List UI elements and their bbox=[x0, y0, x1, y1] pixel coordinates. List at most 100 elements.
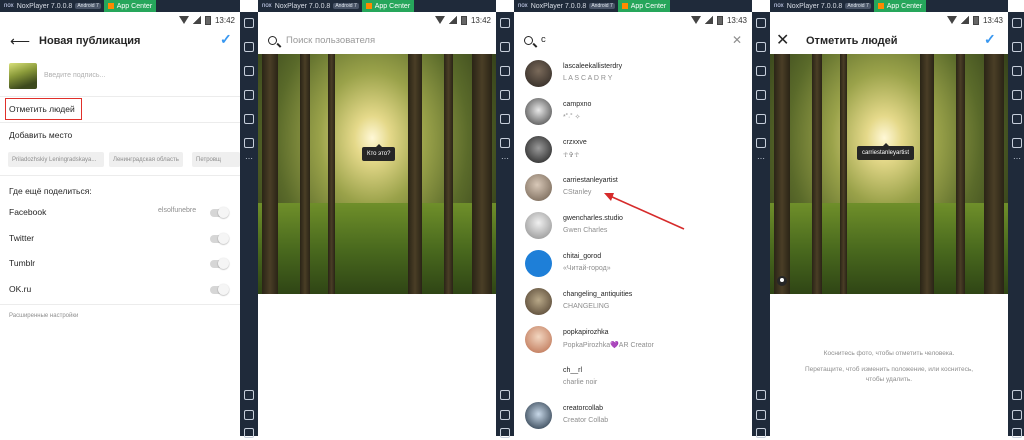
facebook-toggle[interactable] bbox=[210, 209, 228, 217]
home-nav-icon[interactable] bbox=[1012, 410, 1022, 420]
home-nav-icon[interactable] bbox=[756, 410, 766, 420]
post-thumbnail bbox=[9, 63, 37, 89]
photo[interactable]: carriestanleyartist bbox=[770, 54, 1008, 294]
photo-ground bbox=[770, 203, 1008, 294]
user-subtitle: CStanley bbox=[563, 189, 591, 196]
tree-trunk bbox=[408, 54, 422, 294]
list-item[interactable]: ch__rl charlie noir bbox=[525, 364, 750, 402]
back-nav-icon[interactable] bbox=[1012, 390, 1022, 400]
list-item[interactable]: popkapirozhka PopkaPirozhka💜AR Creator bbox=[525, 326, 750, 364]
user-subtitle: PopkaPirozhka💜AR Creator bbox=[563, 341, 654, 349]
scissors-icon[interactable] bbox=[756, 138, 766, 148]
list-item[interactable]: creatorcollab Creator Collab bbox=[525, 402, 750, 440]
more-icon[interactable]: ⋯ bbox=[245, 154, 253, 163]
screenshot-icon[interactable] bbox=[500, 66, 510, 76]
app-center-button[interactable]: App Center bbox=[618, 0, 670, 12]
recents-nav-icon[interactable] bbox=[500, 428, 510, 438]
screenshot-icon[interactable] bbox=[1012, 66, 1022, 76]
more-icon[interactable]: ⋯ bbox=[1013, 154, 1021, 163]
fullscreen-icon[interactable] bbox=[756, 18, 766, 28]
caption-input[interactable]: Введите подпись... bbox=[44, 72, 105, 79]
list-item[interactable]: crzxxve ☥✞☥ bbox=[525, 136, 750, 174]
emulator-sidebar: ⋯ bbox=[1008, 12, 1024, 436]
volume-icon[interactable] bbox=[500, 90, 510, 100]
recents-nav-icon[interactable] bbox=[756, 428, 766, 438]
signal-icon bbox=[193, 16, 201, 24]
battery-icon bbox=[205, 16, 211, 25]
app-center-button[interactable]: App Center bbox=[362, 0, 414, 12]
back-nav-icon[interactable] bbox=[756, 390, 766, 400]
avatar bbox=[525, 326, 552, 353]
username: creatorcollab bbox=[563, 405, 603, 412]
clear-search-icon[interactable]: ✕ bbox=[732, 33, 742, 47]
person-tag-icon bbox=[777, 276, 787, 286]
username: changeling_antiquities bbox=[563, 291, 632, 298]
apk-icon[interactable] bbox=[500, 114, 510, 124]
divider bbox=[0, 175, 240, 176]
app-center-button[interactable]: App Center bbox=[104, 0, 156, 12]
back-nav-icon[interactable] bbox=[244, 390, 254, 400]
fullscreen-icon[interactable] bbox=[244, 18, 254, 28]
location-chip[interactable]: Priladozhskiy Leningradskaya... bbox=[8, 152, 104, 167]
list-item[interactable]: changeling_antiquities CHANGELING bbox=[525, 288, 750, 326]
apk-icon[interactable] bbox=[756, 114, 766, 124]
user-subtitle: «Читай-город» bbox=[563, 265, 611, 272]
list-item[interactable]: lascaleekallisterdry L A S C A D R Y bbox=[525, 60, 750, 98]
list-item[interactable]: chitai_gorod «Читай-город» bbox=[525, 250, 750, 288]
user-tag-label[interactable]: carriestanleyartist bbox=[857, 146, 914, 160]
scissors-icon[interactable] bbox=[1012, 138, 1022, 148]
recents-nav-icon[interactable] bbox=[1012, 428, 1022, 438]
close-icon[interactable]: ✕ bbox=[776, 30, 789, 50]
username: popkapirozhka bbox=[563, 329, 609, 336]
screenshot-icon[interactable] bbox=[756, 66, 766, 76]
keyboard-icon[interactable] bbox=[500, 42, 510, 52]
keyboard-icon[interactable] bbox=[756, 42, 766, 52]
battery-icon bbox=[461, 16, 467, 25]
okru-toggle[interactable] bbox=[210, 286, 228, 294]
username: crzxxve bbox=[563, 139, 587, 146]
fullscreen-icon[interactable] bbox=[500, 18, 510, 28]
tumblr-toggle[interactable] bbox=[210, 260, 228, 268]
clock: 13:43 bbox=[983, 16, 1003, 25]
search-user-input[interactable]: Поиск пользователя bbox=[286, 35, 375, 46]
keyboard-icon[interactable] bbox=[1012, 42, 1022, 52]
volume-icon[interactable] bbox=[1012, 90, 1022, 100]
tag-people-button[interactable]: Отметить людей bbox=[9, 104, 75, 114]
panel-new-post: nox NoxPlayer 7.0.0.8 Android 7 App Cent… bbox=[0, 0, 240, 436]
app-center-button[interactable]: App Center bbox=[874, 0, 926, 12]
back-arrow-icon[interactable]: ⟵ bbox=[10, 33, 30, 50]
volume-icon[interactable] bbox=[756, 90, 766, 100]
screenshot-icon[interactable] bbox=[244, 66, 254, 76]
more-icon[interactable]: ⋯ bbox=[501, 154, 509, 163]
confirm-check-icon[interactable]: ✓ bbox=[984, 31, 996, 48]
photo[interactable]: Кто это? bbox=[258, 54, 496, 294]
scissors-icon[interactable] bbox=[500, 138, 510, 148]
apk-icon[interactable] bbox=[1012, 114, 1022, 124]
recents-nav-icon[interactable] bbox=[244, 428, 254, 438]
wifi-icon bbox=[947, 16, 957, 24]
emulator-titlebar: nox NoxPlayer 7.0.0.8 Android 7 App Cent… bbox=[770, 0, 1008, 12]
search-icon bbox=[268, 36, 277, 45]
window-title: NoxPlayer 7.0.0.8 bbox=[275, 3, 331, 10]
location-chip[interactable]: Петровщ bbox=[192, 152, 240, 167]
keyboard-icon[interactable] bbox=[244, 42, 254, 52]
confirm-check-icon[interactable]: ✓ bbox=[220, 31, 232, 48]
home-nav-icon[interactable] bbox=[500, 410, 510, 420]
app-center-label: App Center bbox=[117, 3, 152, 10]
home-nav-icon[interactable] bbox=[244, 410, 254, 420]
more-icon[interactable]: ⋯ bbox=[757, 154, 765, 163]
location-chip[interactable]: Ленинградская область bbox=[109, 152, 183, 167]
back-nav-icon[interactable] bbox=[500, 390, 510, 400]
list-item[interactable]: campxno *˚·˚ ✧ bbox=[525, 98, 750, 136]
volume-icon[interactable] bbox=[244, 90, 254, 100]
advanced-settings-link[interactable]: Расширенные настройки bbox=[9, 313, 78, 319]
scissors-icon[interactable] bbox=[244, 138, 254, 148]
username: chitai_gorod bbox=[563, 253, 601, 260]
search-user-input[interactable]: c bbox=[541, 34, 546, 45]
apk-icon[interactable] bbox=[244, 114, 254, 124]
app-center-icon bbox=[622, 3, 628, 9]
share-twitter-label: Twitter bbox=[9, 233, 34, 243]
twitter-toggle[interactable] bbox=[210, 235, 228, 243]
fullscreen-icon[interactable] bbox=[1012, 18, 1022, 28]
add-location-button[interactable]: Добавить место bbox=[9, 130, 72, 140]
